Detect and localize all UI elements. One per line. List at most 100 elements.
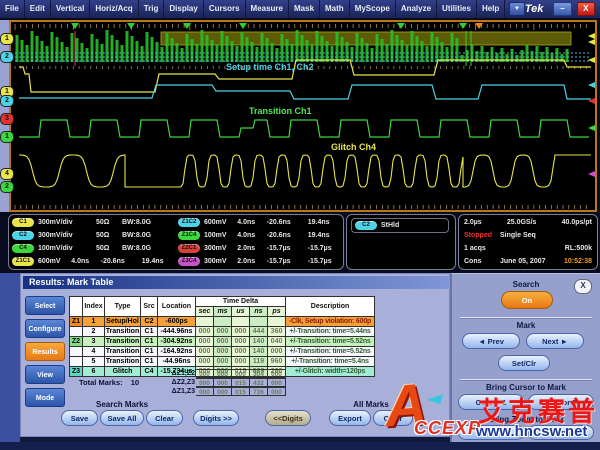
column-header: Src: [141, 297, 158, 317]
readout-value: 4.0ns: [71, 258, 100, 265]
delta-summary-cell: 304: [250, 369, 268, 378]
trigger-type: StHld: [381, 222, 399, 229]
mark-row[interactable]: Z23TransitionC1-304.92ns000000000140040+…: [70, 337, 375, 347]
cursor2-button[interactable]: Cursor 2: [528, 394, 594, 410]
mark-cell: 140: [250, 337, 268, 347]
delta-summary-cell: 736: [250, 387, 268, 396]
mark-cell: Z2: [70, 337, 83, 347]
mark-cell: 2: [83, 327, 105, 337]
zoom1-button[interactable]: Zoom 1: [458, 425, 524, 440]
menu-more-button[interactable]: ▼: [509, 2, 524, 16]
sidebar-tab-results[interactable]: Results: [25, 342, 65, 361]
mark-cell: C1: [141, 347, 158, 357]
set-clear-mark-button[interactable]: Set/Clr: [498, 355, 550, 371]
mark-cell: [268, 317, 286, 327]
readout-value: BW:8.0G: [122, 219, 166, 226]
trigger-marker: [127, 23, 135, 29]
menu-horizacq[interactable]: Horiz/Acq: [90, 0, 138, 18]
mark-cell: Z1: [70, 317, 83, 327]
mark-cell: [214, 317, 232, 327]
readout-value: 2.0ns: [237, 258, 266, 265]
delta-summary-cell: 000: [268, 369, 286, 378]
clear-all-marks-button[interactable]: Clear: [373, 410, 413, 426]
delta-summary-cell: 000: [196, 387, 214, 396]
menu-display[interactable]: Display: [164, 0, 203, 18]
readout-value: 300mV/div: [38, 232, 96, 239]
mark-cell: [196, 317, 214, 327]
transition-trace-ch1: [19, 120, 589, 137]
mark-cell: Transition: [105, 327, 141, 337]
menu-file[interactable]: File: [0, 0, 25, 18]
search-on-button[interactable]: On: [501, 291, 553, 309]
unit-header: ns: [250, 307, 268, 317]
sidebar-tab-mode[interactable]: Mode: [25, 388, 65, 407]
search-label: Search: [452, 280, 600, 289]
delta-summary-cell: 000: [196, 369, 214, 378]
trigger-readout: C2 StHld: [351, 218, 449, 233]
mark-row[interactable]: 5TransitionC1-44.96ns000000000119960+/-T…: [70, 357, 375, 367]
transition-label: Transition Ch1: [249, 106, 312, 116]
delta-summary-cell: 015: [232, 387, 250, 396]
sidebar-tab-view[interactable]: View: [25, 365, 65, 384]
trigger-marker: [397, 23, 405, 29]
bottom-ruler: [15, 205, 586, 209]
mark-cell: C1: [141, 337, 158, 347]
column-header: Index: [83, 297, 105, 317]
clear-search-marks-button[interactable]: Clear: [146, 410, 183, 426]
mark-cell: C1: [141, 327, 158, 337]
menu-help[interactable]: Help: [477, 0, 505, 18]
resolution: 40.0ps/pt: [562, 219, 592, 226]
sidebar-tab-configure[interactable]: Configure: [25, 319, 65, 338]
channel-badge: Z1C4: [178, 231, 200, 240]
divider: [460, 317, 592, 319]
save-button[interactable]: Save: [61, 410, 98, 426]
mark-cell: [232, 317, 250, 327]
menu-math[interactable]: Math: [320, 0, 350, 18]
readout-value: 100mV/div: [38, 245, 96, 252]
mark-cell: [70, 357, 83, 367]
digits-collapse-button[interactable]: <<Digits: [265, 410, 311, 426]
delta-summary-cell: 000: [196, 378, 214, 387]
menu-utilities[interactable]: Utilities: [437, 0, 477, 18]
window-close-button[interactable]: X: [577, 2, 595, 16]
digits-expand-button[interactable]: Digits >>: [193, 410, 239, 426]
export-button[interactable]: Export: [329, 410, 371, 426]
cursor1-button[interactable]: Cursor 1: [458, 394, 524, 410]
menu-analyze[interactable]: Analyze: [396, 0, 437, 18]
mark-cell: 000: [214, 327, 232, 337]
mark-cell: +/-Glitch: width=120ps: [286, 367, 375, 377]
mark-row[interactable]: Z11Setup/HolC2-600ps-Clk, Setup violatio…: [70, 317, 375, 327]
mark-cell: Transition: [105, 357, 141, 367]
mark-cell: -164.92ns: [158, 347, 196, 357]
channel-marker: 3: [0, 113, 14, 125]
scope-screen: FileEditVerticalHoriz/AcqTrigDisplayCurs…: [0, 0, 600, 450]
unit-header: us: [232, 307, 250, 317]
mark-cell: 360: [268, 327, 286, 337]
readout-value: 4.0ns: [237, 219, 266, 226]
zoom2-button[interactable]: Zoom 2: [528, 425, 594, 440]
sidebar-tab-select[interactable]: Select: [25, 296, 65, 315]
menu-edit[interactable]: Edit: [25, 0, 51, 18]
menu-trig[interactable]: Trig: [139, 0, 165, 18]
waveform-display[interactable]: Setup time Ch1, Ch2Transition Ch1Glitch …: [9, 20, 597, 212]
trigger-marker: [459, 23, 467, 29]
acq-status: Stopped: [464, 232, 492, 239]
menu-measure[interactable]: Measure: [246, 0, 289, 18]
channel-marker: 1: [0, 131, 14, 143]
mark-label: Mark: [452, 321, 600, 330]
channel-badge: C2: [12, 231, 34, 240]
readout-value: -15.7µs: [267, 245, 308, 252]
mark-row[interactable]: 4TransitionC1-164.92ns000000000140000+/-…: [70, 347, 375, 357]
menu-cursors[interactable]: Cursors: [204, 0, 246, 18]
save-all-button[interactable]: Save All: [100, 410, 144, 426]
delta-summary-cell: 000: [214, 387, 232, 396]
minimize-button[interactable]: –: [553, 2, 571, 16]
prev-mark-button[interactable]: ◄ Prev: [462, 333, 520, 349]
mark-row[interactable]: 2TransitionC1-444.96ns000000000444360+/-…: [70, 327, 375, 337]
next-mark-button[interactable]: Next ►: [526, 333, 584, 349]
menu-mask[interactable]: Mask: [289, 0, 320, 18]
column-header: [70, 297, 83, 317]
menu-vertical[interactable]: Vertical: [51, 0, 90, 18]
menu-bar: FileEditVerticalHoriz/AcqTrigDisplayCurs…: [0, 0, 600, 18]
menu-myscope[interactable]: MyScope: [350, 0, 396, 18]
